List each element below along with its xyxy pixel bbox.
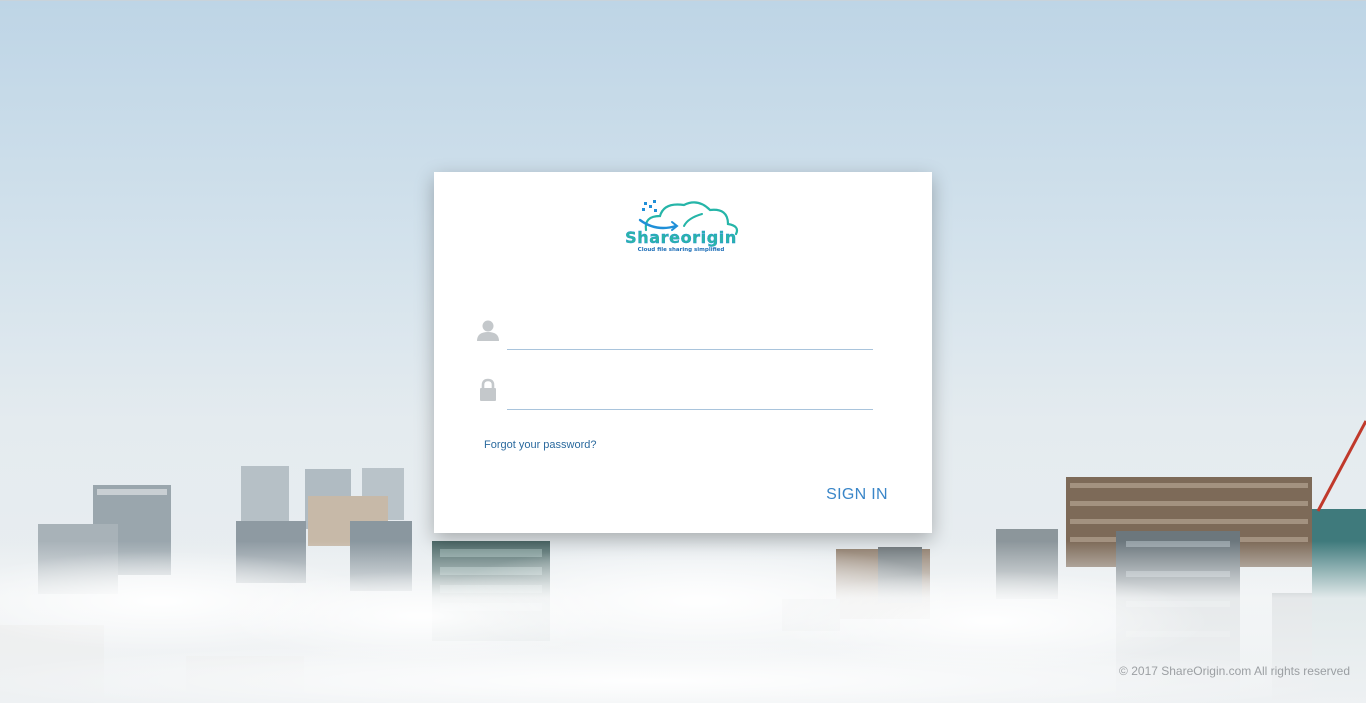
lock-icon: [480, 378, 496, 401]
login-page: Shareorigin Cloud file sharing simplifie…: [0, 0, 1366, 703]
sign-in-button[interactable]: SIGN IN: [821, 481, 893, 509]
footer-copyright: © 2017 ShareOrigin.com All rights reserv…: [1119, 664, 1350, 678]
logo-tagline: Cloud file sharing simplified: [638, 247, 725, 253]
logo-wordmark: Shareorigin: [625, 228, 737, 247]
forgot-password-link[interactable]: Forgot your password?: [484, 439, 597, 451]
shareorigin-logo: Shareorigin Cloud file sharing simplifie…: [625, 200, 739, 253]
login-card: Shareorigin Cloud file sharing simplifie…: [434, 172, 932, 533]
username-input[interactable]: [507, 320, 873, 350]
user-icon: [477, 320, 499, 341]
password-input[interactable]: [507, 380, 873, 410]
